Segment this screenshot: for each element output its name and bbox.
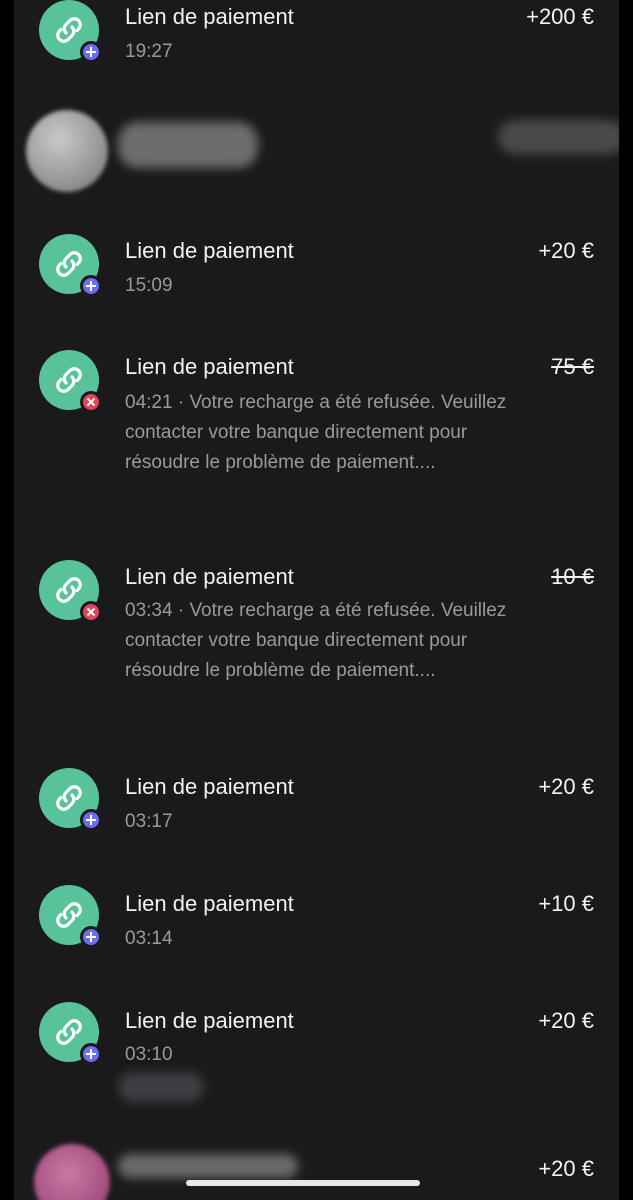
link-icon: [56, 1019, 82, 1045]
plus-badge-icon: [80, 809, 102, 831]
transaction-row[interactable]: Lien de paiement 03:14 +10 €: [14, 885, 619, 975]
cross-badge-icon: [80, 391, 102, 413]
transaction-time: 03:17: [125, 811, 173, 832]
transaction-row[interactable]: Lien de paiement 03:17 +20 €: [14, 768, 619, 858]
transaction-amount: +20 €: [538, 238, 594, 263]
plus-badge-icon: [80, 275, 102, 297]
plus-badge-icon: [80, 926, 102, 948]
link-icon: [56, 577, 82, 603]
transaction-row[interactable]: Lien de paiement 04:21 · Votre recharge …: [14, 350, 619, 520]
redacted-amount: [498, 120, 619, 154]
transaction-amount: +10 €: [538, 891, 594, 916]
plus-badge-icon: [80, 1043, 102, 1065]
declined-amount: 10 €: [551, 564, 594, 589]
transaction-time: 15:09: [125, 275, 173, 296]
home-indicator[interactable]: [186, 1180, 420, 1186]
transaction-title: Lien de paiement: [125, 1008, 294, 1033]
transaction-title: Lien de paiement: [125, 4, 294, 29]
transaction-detail: 04:21 · Votre recharge a été refusée. Ve…: [125, 392, 507, 473]
transaction-title: Lien de paiement: [125, 891, 294, 916]
transaction-amount: +20 €: [538, 774, 594, 799]
transaction-title: Lien de paiement: [125, 774, 294, 799]
transaction-row[interactable]: +20 €: [14, 1140, 619, 1200]
link-icon: [56, 902, 82, 928]
link-icon: [56, 17, 82, 43]
transaction-row[interactable]: Lien de paiement 03:10 +20 €: [14, 1002, 619, 1112]
redacted-name: [118, 122, 258, 168]
transaction-time: 03:14: [125, 928, 173, 949]
link-icon: [56, 367, 82, 393]
transaction-title: Lien de paiement: [125, 354, 294, 379]
blurred-transaction-row[interactable]: [14, 100, 619, 200]
transaction-title: Lien de paiement: [125, 564, 294, 589]
transaction-time: 03:10: [125, 1044, 173, 1065]
link-icon: [56, 251, 82, 277]
transaction-amount: +200 €: [526, 4, 594, 29]
plus-badge-icon: [80, 41, 102, 63]
transaction-time: 03:34: [125, 600, 173, 621]
avatar: [26, 110, 108, 192]
declined-amount: 75 €: [551, 354, 594, 379]
transaction-row[interactable]: Lien de paiement 19:27 +200 €: [14, 0, 619, 90]
transaction-row[interactable]: Lien de paiement 03:34 · Votre recharge …: [14, 560, 619, 730]
transaction-title: Lien de paiement: [125, 238, 294, 263]
cross-badge-icon: [80, 601, 102, 623]
link-icon: [56, 785, 82, 811]
transaction-time: 04:21: [125, 392, 173, 413]
redacted-name: [118, 1154, 298, 1178]
transaction-row[interactable]: Lien de paiement 15:09 +20 €: [14, 234, 619, 324]
transaction-time: 19:27: [125, 41, 173, 62]
transaction-amount: +20 €: [538, 1156, 594, 1181]
transaction-amount: +20 €: [538, 1008, 594, 1033]
transaction-detail: 03:34 · Votre recharge a été refusée. Ve…: [125, 600, 507, 681]
avatar: [34, 1144, 110, 1200]
redacted-note: [118, 1072, 204, 1102]
transaction-list: Lien de paiement 19:27 +200 € Lien de pa…: [14, 0, 619, 1200]
